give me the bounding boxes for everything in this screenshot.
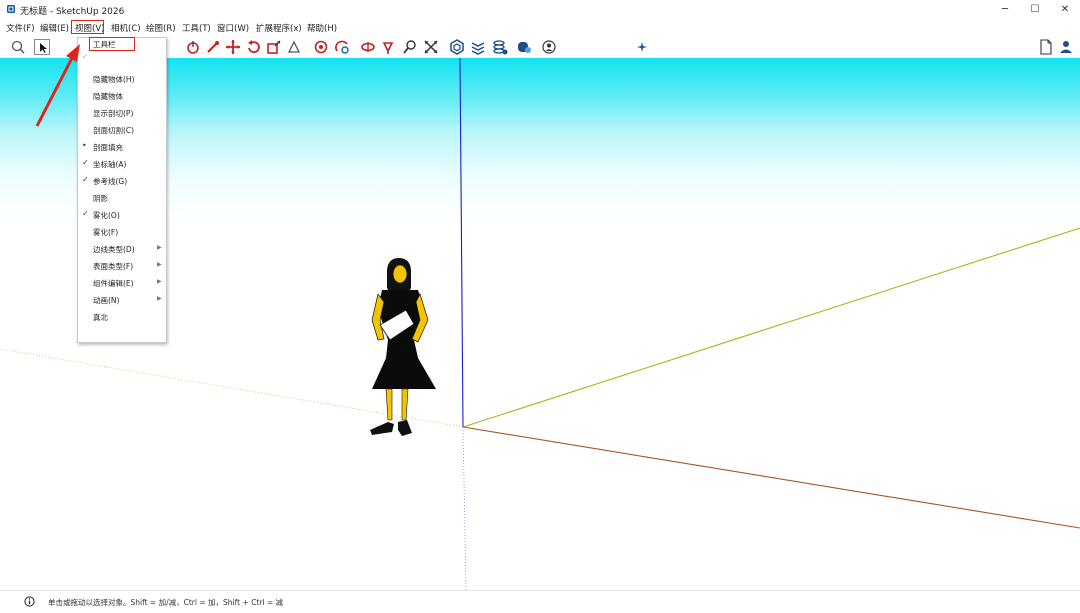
submenu-arrow-icon: ▶ bbox=[157, 278, 162, 285]
menu-window[interactable]: 窗口(W) bbox=[217, 22, 249, 34]
menu-item-axes[interactable]: ✓ 坐标轴(A) bbox=[78, 156, 166, 172]
offset-icon[interactable] bbox=[205, 39, 221, 55]
submenu-arrow-icon: ▶ bbox=[157, 295, 162, 302]
blue-axis bbox=[459, 58, 464, 428]
view-menu-highlight-box bbox=[71, 20, 104, 34]
status-bar: 单击或拖动以选择对象。Shift = 加/减，Ctrl = 加，Shift + … bbox=[0, 590, 1080, 613]
menu-item-guides[interactable]: ✓ 参考线(G) bbox=[78, 173, 166, 189]
menu-item-section-cuts[interactable]: 剖面切割(C) bbox=[78, 122, 166, 138]
title-bar: 无标题 - SketchUp 2026 ─ ☐ ✕ bbox=[0, 0, 1080, 20]
new-document-icon[interactable] bbox=[1038, 39, 1054, 55]
search-icon[interactable] bbox=[10, 39, 26, 55]
paint-bucket-icon[interactable] bbox=[313, 39, 329, 55]
close-button[interactable]: ✕ bbox=[1050, 2, 1080, 18]
person-figure bbox=[370, 258, 436, 436]
submenu-arrow-icon: ▶ bbox=[157, 261, 162, 268]
minimize-button[interactable]: ─ bbox=[990, 2, 1020, 18]
select-arrow-icon[interactable] bbox=[34, 39, 50, 55]
tape-measure-icon[interactable] bbox=[286, 39, 302, 55]
menu-tools[interactable]: 工具(T) bbox=[182, 22, 211, 34]
menu-bar: 文件(F) 编辑(E) 视图(V) 相机(C) 绘图(R) 工具(T) 窗口(W… bbox=[0, 20, 1080, 36]
menu-camera[interactable]: 相机(C) bbox=[111, 22, 141, 34]
styles-icon[interactable] bbox=[492, 39, 508, 55]
menu-help[interactable]: 帮助(H) bbox=[307, 22, 337, 34]
menu-item-animation[interactable]: 动画(N) ▶ bbox=[78, 292, 166, 308]
layers-icon[interactable] bbox=[470, 39, 486, 55]
push-pull-icon[interactable] bbox=[185, 39, 201, 55]
view-menu-dropdown: ✓ 隐藏物体(H) 隐藏物体 显示剖切(P) 剖面切割(C) • 剖面填充 ✓ … bbox=[77, 37, 167, 343]
menu-file[interactable]: 文件(F) bbox=[6, 22, 35, 34]
menu-item-fog-f[interactable]: 雾化(F) bbox=[78, 224, 166, 240]
red-axis bbox=[462, 426, 1080, 529]
menu-extensions[interactable]: 扩展程序(x) bbox=[256, 22, 302, 34]
window-title: 无标题 - SketchUp 2026 bbox=[20, 7, 125, 17]
menu-item-blank[interactable]: ✓ bbox=[78, 50, 166, 66]
user-icon[interactable] bbox=[1059, 39, 1075, 55]
rotate-icon[interactable] bbox=[246, 39, 262, 55]
zoom-extents-icon[interactable] bbox=[423, 39, 439, 55]
maximize-button[interactable]: ☐ bbox=[1020, 2, 1050, 18]
pan-icon[interactable] bbox=[380, 39, 396, 55]
move-icon[interactable] bbox=[225, 39, 241, 55]
menu-item-fog-o[interactable]: ✓ 雾化(O) bbox=[78, 207, 166, 223]
scale-icon[interactable] bbox=[266, 39, 282, 55]
menu-edit[interactable]: 编辑(E) bbox=[40, 22, 69, 34]
materials-icon[interactable] bbox=[516, 39, 532, 55]
submenu-arrow-icon: ▶ bbox=[157, 244, 162, 251]
menu-draw[interactable]: 绘图(R) bbox=[146, 22, 176, 34]
blue-axis-dotted bbox=[462, 426, 467, 590]
account-icon[interactable] bbox=[541, 39, 557, 55]
menu-item-true-north[interactable]: 真北 bbox=[78, 309, 166, 325]
menu-item-shadows[interactable]: 阴影 bbox=[78, 190, 166, 206]
menu-item-face-style[interactable]: 表面类型(F) ▶ bbox=[78, 258, 166, 274]
menu-item-hidden-geometry[interactable]: 隐藏物体(H) bbox=[78, 71, 166, 87]
menu-item-edge-style[interactable]: 边线类型(D) ▶ bbox=[78, 241, 166, 257]
section-plane-icon[interactable] bbox=[360, 39, 376, 55]
status-text: 单击或拖动以选择对象。Shift = 加/减，Ctrl = 加，Shift + … bbox=[48, 598, 284, 607]
menu-item-component-edit[interactable]: 组件编辑(E) ▶ bbox=[78, 275, 166, 291]
info-icon[interactable] bbox=[24, 596, 35, 607]
components-icon[interactable] bbox=[449, 39, 465, 55]
sketchup-logo-icon bbox=[7, 5, 15, 13]
menu-item-hidden-objects[interactable]: 隐藏物体 bbox=[78, 88, 166, 104]
zoom-icon[interactable] bbox=[402, 39, 418, 55]
menu-item-section-fill[interactable]: • 剖面填充 bbox=[78, 139, 166, 155]
green-axis bbox=[462, 227, 1080, 428]
menu-item-toolbars[interactable]: 工具栏 bbox=[89, 37, 135, 51]
orbit-icon[interactable] bbox=[334, 39, 350, 55]
menu-item-section-planes[interactable]: 显示剖切(P) bbox=[78, 105, 166, 121]
menu-item-toolbars-label: 工具栏 bbox=[93, 40, 116, 49]
extension-icon[interactable] bbox=[634, 39, 650, 55]
